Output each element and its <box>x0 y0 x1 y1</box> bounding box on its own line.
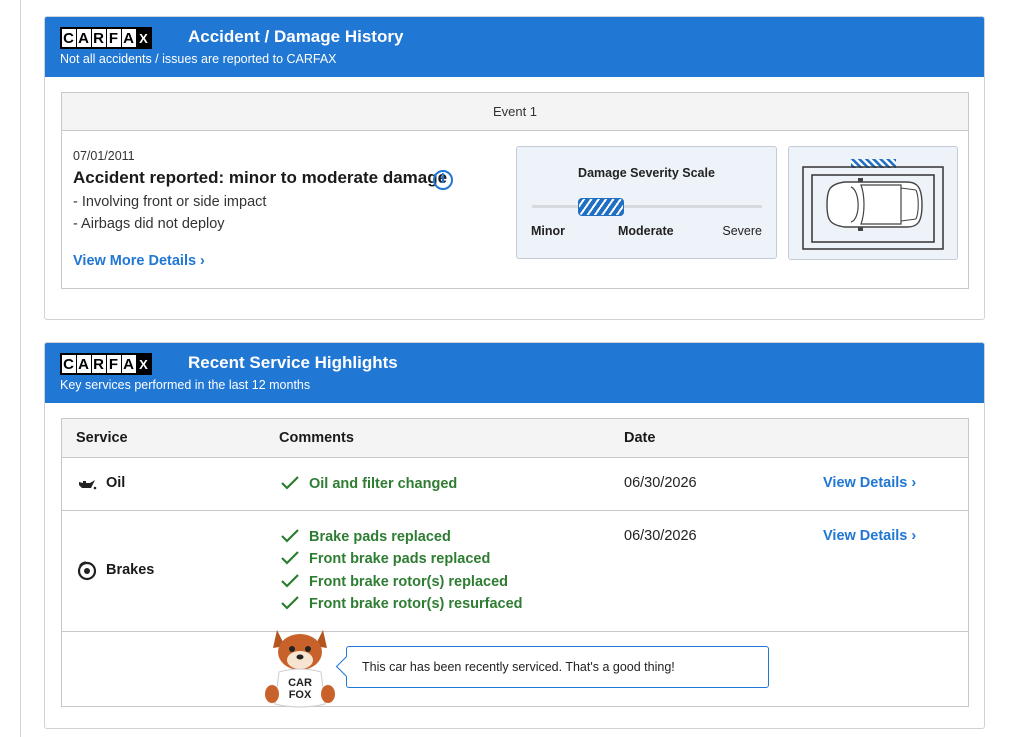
table-row: Brakes Brake pads replaced Front brake p… <box>62 511 968 632</box>
logo-letter: A <box>75 354 92 374</box>
accident-card-title: Accident / Damage History <box>188 27 404 46</box>
table-row: Oil Oil and filter changed 06/30/2026 Vi… <box>62 458 968 511</box>
checkmark-icon <box>280 595 300 612</box>
accident-history-card: C A R F A X Accident / Damage History No… <box>44 16 985 320</box>
carfax-logo: C A R F A X <box>60 27 152 49</box>
checkmark-icon <box>280 475 300 492</box>
view-more-details-link[interactable]: View More Details › <box>73 253 205 269</box>
severity-label-severe: Severe <box>722 224 762 238</box>
service-name: Brakes <box>106 562 155 578</box>
logo-letter: C <box>60 354 77 374</box>
comment-text: Front brake rotor(s) resurfaced <box>309 596 523 612</box>
service-table-header: Service Comments Date <box>62 419 968 458</box>
logo-letter: X <box>135 28 152 48</box>
fox-shirt-text: FOX <box>289 689 312 701</box>
column-service: Service <box>76 430 128 446</box>
event-headline: Accident reported: minor to moderate dam… <box>73 168 448 187</box>
logo-letter: R <box>90 354 107 374</box>
view-details-link[interactable]: View Details › <box>823 528 916 544</box>
service-comment: Brake pads replaced <box>280 528 451 545</box>
page-left-divider <box>20 0 21 737</box>
severity-indicator <box>578 198 624 216</box>
severity-label-minor: Minor <box>531 224 566 238</box>
severity-track <box>532 205 762 208</box>
logo-letter: A <box>75 28 92 48</box>
service-date: 06/30/2026 <box>624 528 697 544</box>
service-comment: Front brake pads replaced <box>280 550 490 567</box>
car-diagram-icon <box>788 146 958 260</box>
accident-card-header: C A R F A X Accident / Damage History No… <box>45 17 984 77</box>
fox-shirt-text: CAR <box>288 677 312 689</box>
service-comment: Front brake rotor(s) resurfaced <box>280 595 523 612</box>
accident-card-subtitle: Not all accidents / issues are reported … <box>60 52 337 66</box>
comment-text: Front brake rotor(s) replaced <box>309 574 509 590</box>
accident-event: Event 1 07/01/2011 Accident reported: mi… <box>61 92 969 289</box>
logo-letter: A <box>120 354 137 374</box>
service-date: 06/30/2026 <box>624 475 697 491</box>
severity-label-moderate: Moderate <box>618 224 674 238</box>
service-name: Oil <box>106 475 126 491</box>
checkmark-icon <box>280 573 300 590</box>
carfax-logo: C A R F A X <box>60 353 152 375</box>
service-table: Service Comments Date Oil Oil and filter… <box>61 418 969 708</box>
service-comment: Front brake rotor(s) replaced <box>280 573 508 590</box>
oil-can-icon <box>79 480 97 490</box>
event-detail: - Involving front or side impact <box>73 194 267 210</box>
checkmark-icon <box>280 528 300 545</box>
brake-disc-icon <box>77 561 97 581</box>
severity-title: Damage Severity Scale <box>578 166 715 180</box>
logo-letter: R <box>90 28 107 48</box>
view-details-link[interactable]: View Details › <box>823 475 916 491</box>
checkmark-icon <box>280 550 300 567</box>
car-top-view-icon <box>802 159 944 250</box>
logo-letter: C <box>60 28 77 48</box>
damage-severity-scale: Damage Severity Scale Minor Moderate Sev… <box>516 146 777 259</box>
logo-letter: A <box>120 28 137 48</box>
fox-message-bubble: This car has been recently serviced. Tha… <box>346 646 769 688</box>
column-date: Date <box>624 430 656 446</box>
column-comments: Comments <box>279 430 354 446</box>
comment-text: Front brake pads replaced <box>309 551 491 567</box>
logo-letter: F <box>105 354 122 374</box>
service-card-subtitle: Key services performed in the last 12 mo… <box>60 378 311 392</box>
carfox-mascot-icon: CAR FOX <box>265 630 335 708</box>
event-header: Event 1 <box>62 93 968 131</box>
comment-text: Brake pads replaced <box>309 529 451 545</box>
logo-letter: F <box>105 28 122 48</box>
event-detail: - Airbags did not deploy <box>73 216 225 232</box>
fox-message-text: This car has been recently serviced. Tha… <box>362 660 675 674</box>
info-icon[interactable]: i <box>433 170 453 190</box>
service-card-header: C A R F A X Recent Service Highlights Ke… <box>45 343 984 403</box>
service-comment: Oil and filter changed <box>280 475 457 492</box>
logo-letter: X <box>135 354 152 374</box>
service-highlights-card: C A R F A X Recent Service Highlights Ke… <box>44 342 985 729</box>
service-card-title: Recent Service Highlights <box>188 353 398 372</box>
event-date: 07/01/2011 <box>73 149 135 163</box>
comment-text: Oil and filter changed <box>309 476 458 492</box>
